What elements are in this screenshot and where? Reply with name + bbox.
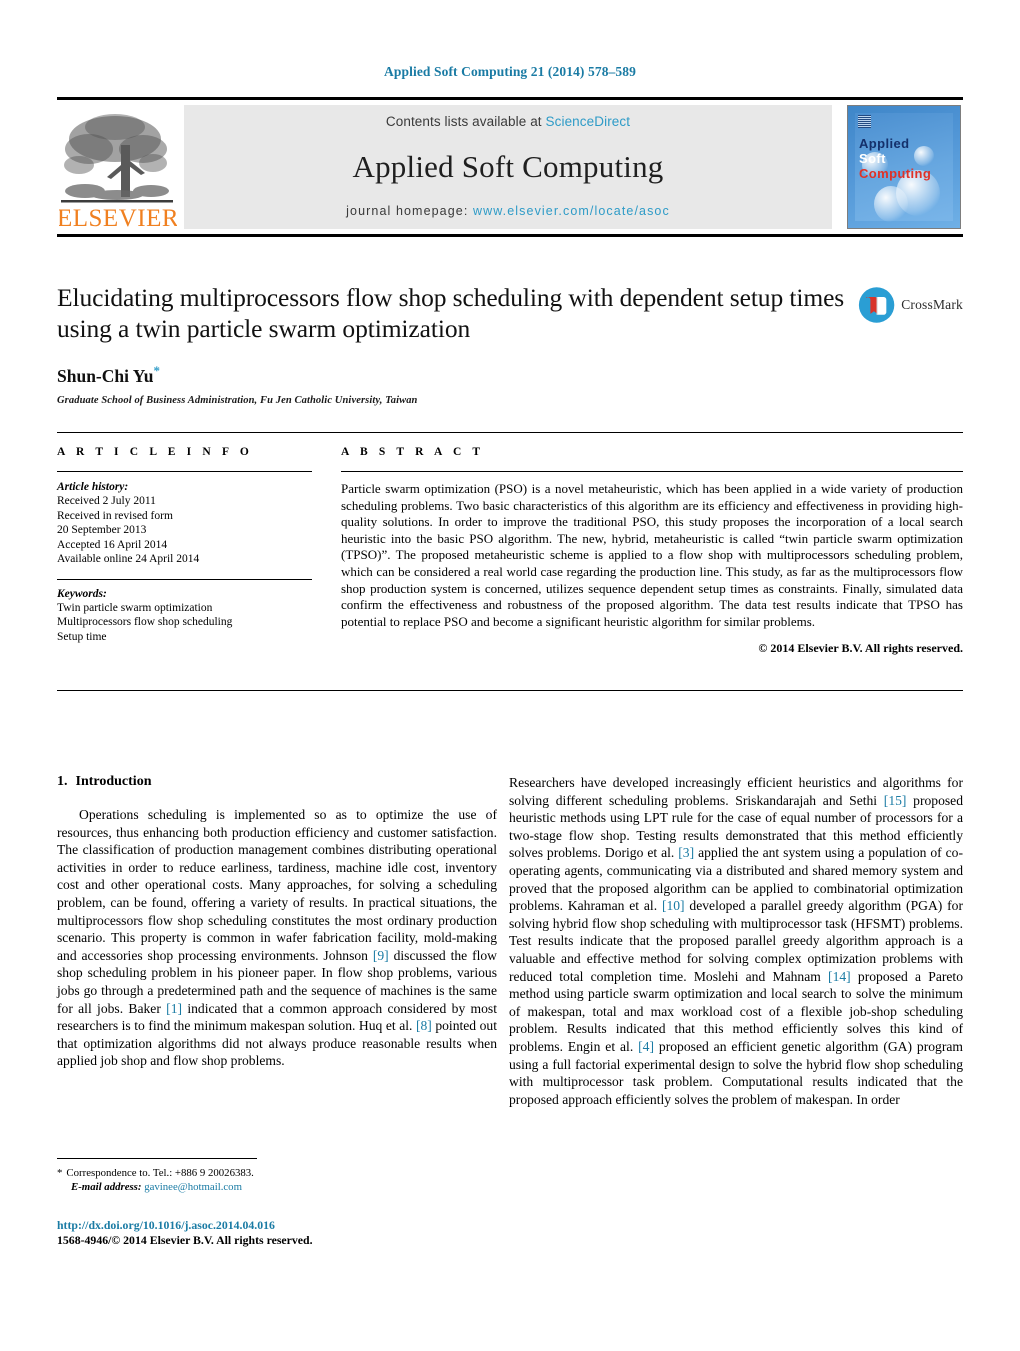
cover-word-soft: Soft — [859, 151, 886, 166]
elsevier-logo: ELSEVIER — [59, 105, 177, 229]
journal-homepage-line: journal homepage: www.elsevier.com/locat… — [346, 204, 670, 218]
title-block: Elucidating multiprocessors flow shop sc… — [57, 282, 847, 406]
history-accepted: Accepted 16 April 2014 — [57, 538, 168, 551]
article-info-rule — [57, 471, 312, 472]
author-footnote-marker[interactable]: * — [153, 363, 160, 378]
author-affiliation: Graduate School of Business Administrati… — [57, 394, 418, 406]
citation-ref-15[interactable]: [15] — [884, 793, 907, 808]
abstract-body: Particle swarm optimization (PSO) is a n… — [341, 481, 963, 629]
footnote-separator-rule — [57, 1158, 257, 1159]
crossmark-icon — [858, 287, 895, 323]
article-info-column: A R T I C L E I N F O Article history: R… — [57, 446, 312, 644]
sciencedirect-banner: Contents lists available at ScienceDirec… — [184, 105, 832, 229]
doi-link[interactable]: http://dx.doi.org/10.1016/j.asoc.2014.04… — [57, 1218, 497, 1233]
sciencedirect-link[interactable]: ScienceDirect — [546, 114, 631, 129]
contents-list-text: Contents lists available at — [385, 114, 546, 129]
crossmark-label: CrossMark — [901, 297, 963, 312]
email-link[interactable]: gavinee@hotmail.com — [144, 1181, 242, 1193]
svg-text:ELSEVIER: ELSEVIER — [59, 205, 177, 229]
article-history-label: Article history: — [57, 481, 129, 493]
citation-ref-9[interactable]: [9] — [373, 948, 389, 963]
history-revised-date: 20 September 2013 — [57, 524, 147, 536]
section-number: 1. — [57, 774, 68, 789]
info-abstract-bottom-rule — [57, 690, 963, 691]
running-head: Applied Soft Computing 21 (2014) 578–589 — [384, 64, 636, 79]
body-column-right: Researchers have developed increasingly … — [509, 774, 963, 1108]
section-heading-introduction: 1. Introduction — [57, 774, 497, 790]
abstract-heading: A B S T R A C T — [341, 446, 485, 458]
citation-ref-8[interactable]: [8] — [416, 1018, 432, 1033]
correspondence-text: Correspondence to. Tel.: +886 9 20026383… — [66, 1167, 254, 1179]
keywords-label: Keywords: — [57, 587, 107, 600]
article-first-page: Applied Soft Computing 21 (2014) 578–589 — [0, 0, 1020, 1351]
footnote-marker: * — [57, 1167, 63, 1179]
article-info-heading: A R T I C L E I N F O — [57, 446, 253, 458]
journal-cover-thumbnail: Applied Soft Computing — [847, 105, 961, 229]
author-list: Shun-Chi Yu* — [57, 363, 847, 387]
info-abstract-top-rule — [57, 432, 963, 433]
body-columns: 1. Introduction Operations scheduling is … — [57, 774, 963, 1144]
keyword-item: Twin particle swarm optimization — [57, 601, 213, 614]
history-revised-label: Received in revised form — [57, 509, 173, 522]
citation-ref-14[interactable]: [14] — [828, 969, 851, 984]
page-title: Elucidating multiprocessors flow shop sc… — [57, 283, 845, 343]
journal-homepage-label: journal homepage: — [346, 204, 469, 218]
cover-title: Applied Soft Computing — [859, 136, 931, 181]
citation-ref-1[interactable]: [1] — [166, 1001, 182, 1016]
citation-ref-3[interactable]: [3] — [678, 845, 694, 860]
journal-homepage-link[interactable]: www.elsevier.com/locate/asoc — [473, 204, 670, 218]
section-title: Introduction — [75, 774, 152, 789]
abstract-column: A B S T R A C T Particle swarm optimizat… — [341, 446, 963, 656]
cover-word-computing: Computing — [859, 166, 932, 181]
journal-masthead: ELSEVIER Contents lists available at Sci… — [57, 97, 963, 237]
email-line: E-mail address: gavinee@hotmail.com — [57, 1180, 497, 1194]
author-name: Shun-Chi Yu — [57, 365, 154, 386]
body-column-left: 1. Introduction Operations scheduling is … — [57, 774, 497, 1070]
keywords-rule — [57, 578, 312, 580]
abstract-copyright: © 2014 Elsevier B.V. All rights reserved… — [758, 641, 963, 656]
journal-title: Applied Soft Computing — [352, 149, 664, 184]
intro-text-1: Operations scheduling is implemented so … — [57, 807, 497, 963]
masthead-bottom-rule — [57, 234, 963, 237]
email-label: E-mail address: — [71, 1181, 142, 1193]
citation-ref-4[interactable]: [4] — [638, 1039, 654, 1054]
cover-bubble-decor — [874, 186, 908, 222]
keyword-item: Multiprocessors flow shop scheduling — [57, 616, 233, 628]
citation-ref-10[interactable]: [10] — [662, 898, 685, 913]
history-received: Received 2 July 2011 — [57, 495, 156, 507]
cover-word-applied: Applied — [859, 136, 910, 151]
issn-copyright-line: 1568-4946/© 2014 Elsevier B.V. All right… — [57, 1232, 313, 1247]
history-available-online: Available online 24 April 2014 — [57, 553, 200, 565]
doi-block: http://dx.doi.org/10.1016/j.asoc.2014.04… — [57, 1218, 497, 1247]
crossmark-badge[interactable]: CrossMark — [858, 283, 963, 327]
masthead-top-rule — [57, 97, 963, 100]
contents-list-line: Contents lists available at ScienceDirec… — [386, 114, 630, 129]
correspondence-footnote: * Correspondence to. Tel.: +886 9 2002638… — [57, 1166, 497, 1194]
intro-paragraph-right: Researchers have developed increasingly … — [509, 774, 963, 1108]
cover-barcode-icon — [858, 115, 871, 128]
keyword-item: Setup time — [57, 630, 107, 643]
correspondence-line: * Correspondence to. Tel.: +886 9 2002638… — [57, 1166, 497, 1180]
intro-paragraph-left: Operations scheduling is implemented so … — [57, 806, 497, 1070]
abstract-rule — [341, 471, 963, 472]
